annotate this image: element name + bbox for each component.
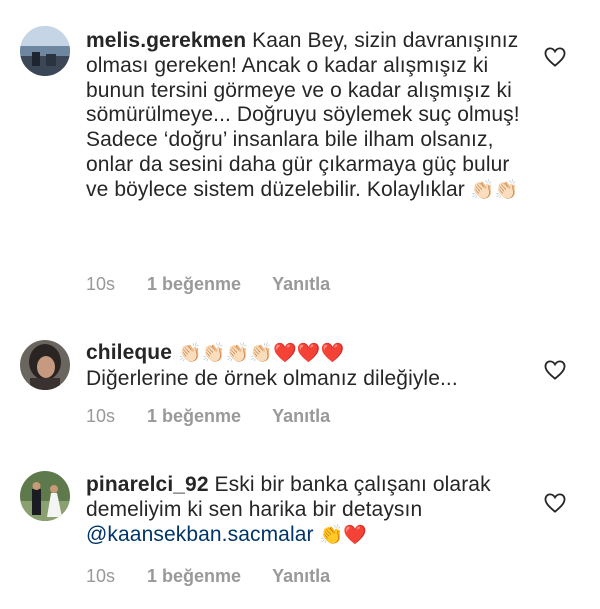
comment-emojis: 👏❤️ bbox=[319, 524, 368, 546]
comment-likes[interactable]: 1 beğenme bbox=[147, 566, 241, 587]
reply-button[interactable]: Yanıtla bbox=[272, 566, 330, 587]
comment-text: Diğerlerine de örnek olmanız dileğiyle..… bbox=[86, 366, 458, 390]
avatar[interactable] bbox=[20, 471, 70, 521]
comment-body: melis.gerekmen Kaan Bey, sizin davranışı… bbox=[86, 29, 526, 204]
like-heart-icon[interactable] bbox=[544, 47, 566, 67]
comment-meta: 10s 1 beğenme Yanıtla bbox=[86, 274, 330, 295]
comment-meta: 10s 1 beğenme Yanıtla bbox=[86, 406, 330, 427]
comment-time: 10s bbox=[86, 274, 116, 294]
reply-button[interactable]: Yanıtla bbox=[272, 274, 330, 295]
reply-button[interactable]: Yanıtla bbox=[272, 406, 330, 427]
comment-text: Kaan Bey, sizin davranışınız olması gere… bbox=[86, 29, 520, 201]
comment-time: 10s bbox=[86, 566, 116, 586]
comment-body: chileque 👏🏻👏🏻👏🏻👏🏻❤️❤️❤️ Diğerlerine de ö… bbox=[86, 341, 526, 392]
avatar-image bbox=[20, 340, 70, 390]
avatar-image bbox=[20, 26, 70, 76]
comment-likes[interactable]: 1 beğenme bbox=[147, 274, 241, 295]
comment-meta: 10s 1 beğenme Yanıtla bbox=[86, 566, 330, 587]
comment-emojis: 👏🏻👏🏻👏🏻👏🏻❤️❤️❤️ bbox=[177, 343, 345, 364]
comment-likes[interactable]: 1 beğenme bbox=[147, 406, 241, 427]
avatar[interactable] bbox=[20, 340, 70, 390]
comment-username[interactable]: chileque bbox=[86, 341, 172, 364]
comment-emojis: 👏🏻👏🏻 bbox=[470, 179, 519, 201]
comment-username[interactable]: pinarelci_92 bbox=[86, 473, 209, 496]
avatar-image bbox=[20, 471, 70, 521]
comment-username[interactable]: melis.gerekmen bbox=[86, 29, 246, 52]
like-heart-icon[interactable] bbox=[544, 493, 566, 513]
comment-body: pinarelci_92 Eski bir banka çalışanı ola… bbox=[86, 473, 526, 548]
like-heart-icon[interactable] bbox=[544, 360, 566, 380]
comment-time: 10s bbox=[86, 406, 116, 426]
avatar[interactable] bbox=[20, 26, 70, 76]
comment-mention-link[interactable]: @kaansekban.sacmalar bbox=[86, 523, 314, 546]
